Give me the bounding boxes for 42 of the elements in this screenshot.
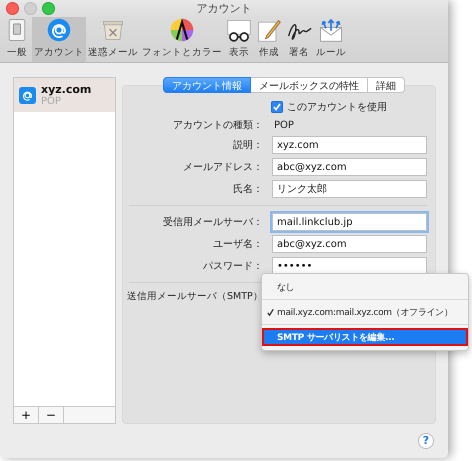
window-title: アカウント bbox=[196, 1, 252, 16]
at-icon bbox=[19, 86, 36, 104]
field-label: アカウントの種類： bbox=[172, 118, 263, 132]
toolbar-button[interactable]: 署名 bbox=[284, 17, 314, 62]
account-type: POP bbox=[41, 96, 62, 107]
input-field[interactable]: mail.linkclub.jp bbox=[272, 213, 427, 231]
checkbox-label: このアカウントを使用 bbox=[287, 101, 387, 114]
field-label: 説明： bbox=[232, 138, 263, 152]
input-field[interactable]: abc@xyz.com bbox=[272, 158, 427, 176]
account-name: xyz.com bbox=[41, 83, 92, 96]
checkbox[interactable] bbox=[271, 101, 283, 113]
field-label: 氏名： bbox=[232, 182, 263, 196]
tab[interactable]: メールボックスの特性 bbox=[251, 77, 368, 93]
tab[interactable]: 詳細 bbox=[368, 77, 405, 93]
zoom-button[interactable] bbox=[42, 2, 55, 15]
help-button[interactable]: ? bbox=[418, 433, 434, 449]
menu-item[interactable]: SMTP サーバリストを編集... bbox=[262, 328, 468, 346]
input-field[interactable]: リンク太郎 bbox=[272, 180, 427, 198]
field-label: パスワード： bbox=[202, 260, 263, 273]
toolbar-button[interactable]: 表示 bbox=[224, 17, 254, 62]
toolbar-button[interactable]: ルール bbox=[314, 17, 348, 62]
field-label: 受信用メールサーバ： bbox=[162, 216, 263, 229]
account-item[interactable]: xyz.com POP bbox=[14, 78, 115, 112]
toolbar-button[interactable]: 迷惑メール bbox=[86, 17, 140, 62]
input-field[interactable]: xyz.com bbox=[272, 136, 427, 154]
at-icon bbox=[46, 17, 72, 43]
pencil-icon bbox=[256, 17, 282, 43]
toolbar-button[interactable]: 一般 bbox=[2, 17, 32, 62]
toolbar-button[interactable]: 作成 bbox=[254, 17, 284, 62]
toolbar-button[interactable]: フォントとカラー bbox=[140, 17, 224, 62]
input-field[interactable]: abc@xyz.com bbox=[272, 235, 427, 253]
field-label: メールアドレス： bbox=[182, 161, 263, 174]
field-value: POP bbox=[273, 120, 295, 130]
menu-item[interactable]: mail.xyz.com:mail.xyz.com（オフライン） bbox=[262, 303, 468, 321]
close-button[interactable] bbox=[6, 2, 19, 15]
font-color-icon bbox=[169, 17, 195, 43]
field-label: 送信用メールサーバ（SMTP） bbox=[126, 290, 263, 303]
toolbar-button[interactable]: アカウント bbox=[32, 17, 86, 62]
envelope-icon bbox=[318, 17, 344, 43]
menu-item[interactable]: なし bbox=[262, 278, 468, 296]
glasses-icon bbox=[226, 17, 252, 43]
field-label: ユーザ名： bbox=[212, 238, 263, 251]
